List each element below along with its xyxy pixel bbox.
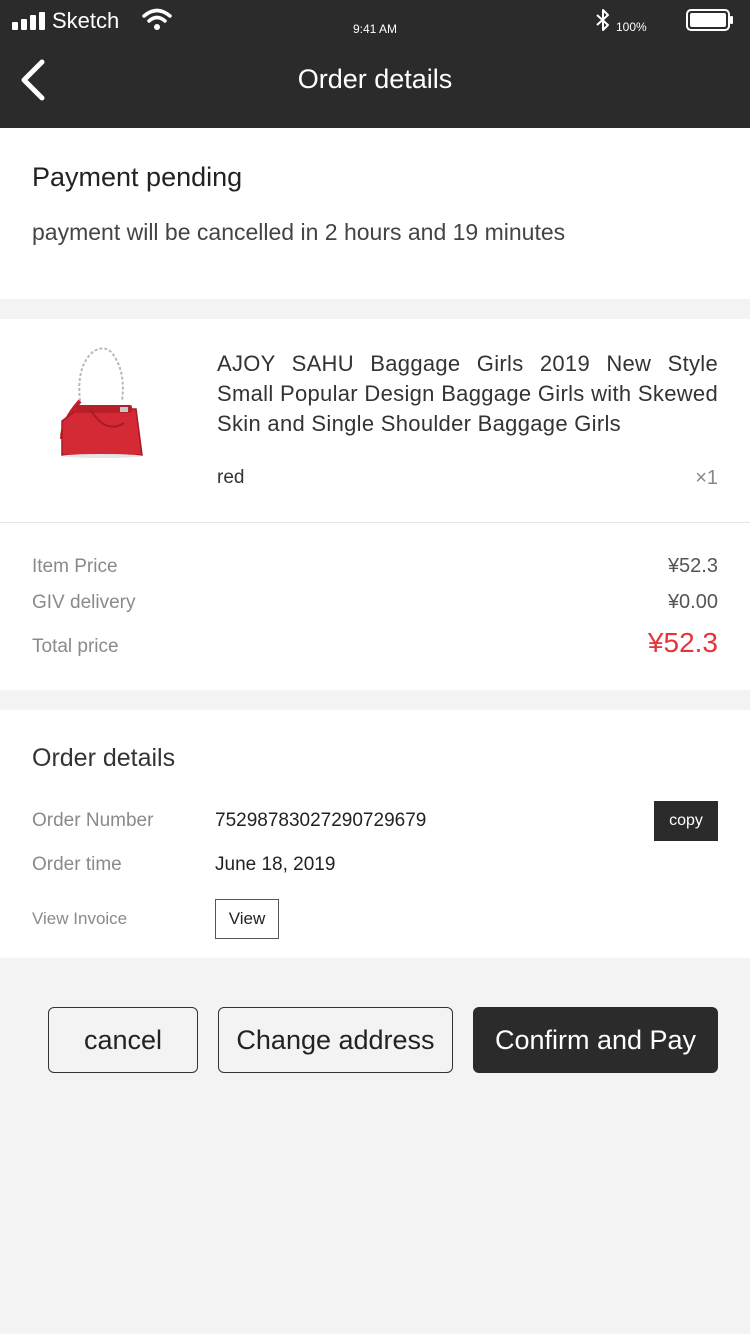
payment-status-title: Payment pending bbox=[32, 162, 243, 192]
battery-icon bbox=[686, 9, 733, 31]
order-details-title: Order details bbox=[32, 744, 176, 772]
cancel-button[interactable]: cancel bbox=[48, 1007, 198, 1073]
view-invoice-label: View Invoice bbox=[32, 909, 128, 928]
item-price-value: ¥52.3 bbox=[667, 555, 718, 577]
product-name[interactable]: AJOY SAHU Baggage Girls 2019 New Style S… bbox=[217, 349, 718, 439]
total-price-row: Total price ¥52.3 bbox=[32, 627, 718, 659]
item-price-row: Item Price ¥52.3 bbox=[32, 555, 718, 578]
delivery-value: ¥0.00 bbox=[667, 591, 718, 613]
change-address-button[interactable]: Change address bbox=[218, 1007, 453, 1073]
divider bbox=[0, 522, 750, 523]
total-price-label: Total price bbox=[32, 636, 119, 657]
order-details-card: Order details Order Number 7529878302729… bbox=[0, 710, 750, 958]
payment-status-card: Payment pending payment will be cancelle… bbox=[0, 128, 750, 299]
status-bar: Sketch 9:41 AM 100% bbox=[0, 0, 750, 44]
battery-percent: 100% bbox=[616, 20, 647, 34]
delivery-label: GIV delivery bbox=[32, 592, 136, 613]
order-number-value: 75298783027290729679 bbox=[215, 810, 427, 831]
product-image[interactable] bbox=[50, 343, 150, 458]
header: Sketch 9:41 AM 100% Order details bbox=[0, 0, 750, 128]
bluetooth-icon bbox=[596, 9, 609, 31]
total-price-value: ¥52.3 bbox=[647, 627, 718, 658]
product-card: AJOY SAHU Baggage Girls 2019 New Style S… bbox=[0, 319, 750, 690]
item-price-label: Item Price bbox=[32, 556, 118, 577]
order-details-screen: Sketch 9:41 AM 100% Order details Paymen… bbox=[0, 0, 750, 1334]
order-number-label: Order Number bbox=[32, 810, 154, 831]
product-quantity: ×1 bbox=[695, 467, 718, 489]
page-title: Order details bbox=[297, 64, 453, 94]
delivery-row: GIV delivery ¥0.00 bbox=[32, 591, 718, 614]
product-variant: red bbox=[217, 467, 245, 488]
order-time-label: Order time bbox=[32, 854, 122, 875]
confirm-and-pay-button[interactable]: Confirm and Pay bbox=[473, 1007, 718, 1073]
view-invoice-button[interactable]: View bbox=[215, 899, 279, 939]
copy-button[interactable]: copy bbox=[654, 801, 718, 841]
order-time-value: June 18, 2019 bbox=[215, 854, 336, 875]
payment-countdown: payment will be cancelled in 2 hours and… bbox=[32, 219, 566, 245]
